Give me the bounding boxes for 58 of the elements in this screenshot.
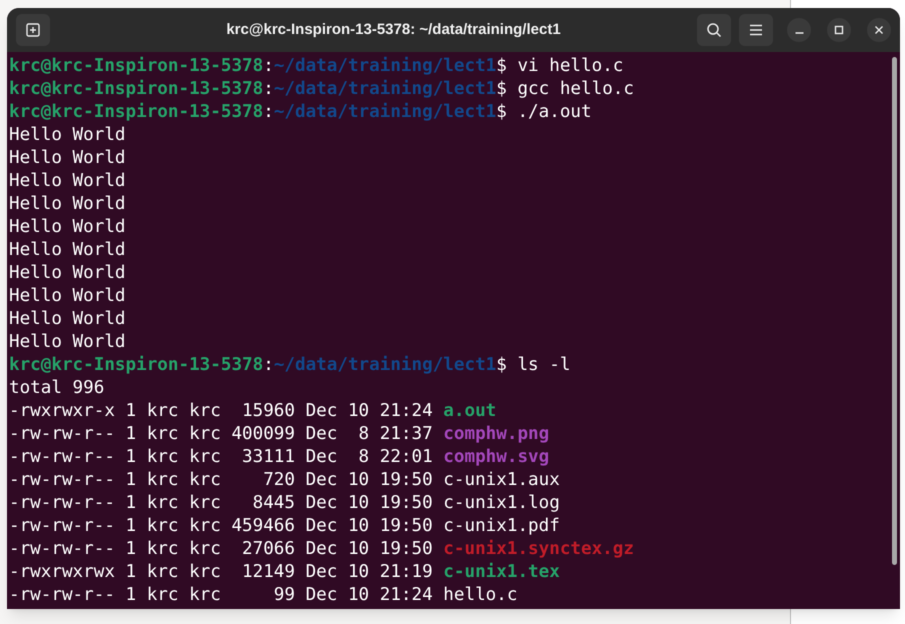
file-details: -rw-rw-r-- 1 krc krc 720 Dec 10 19:50 xyxy=(9,469,434,492)
command-text: $ vi hello.c xyxy=(496,55,624,78)
file-details: -rw-rw-r-- 1 krc krc 33111 Dec 8 22:01 xyxy=(9,446,434,469)
maximize-button[interactable] xyxy=(827,18,851,42)
window-title: krc@krc-Inspiron-13-5378: ~/data/training/lect1 xyxy=(225,20,561,40)
prompt-user: krc@krc-Inspiron-13-5378 xyxy=(9,101,264,124)
prompt-path: ~/data/training/lect1 xyxy=(274,78,496,101)
prompt-path: ~/data/training/lect1 xyxy=(274,55,496,78)
prompt-separator: : xyxy=(263,101,274,124)
file-name: c-unix1.synctex.gz xyxy=(443,538,634,561)
command-text: $ ls -l xyxy=(496,354,570,377)
prompt-separator: : xyxy=(263,55,274,78)
prompt-path: ~/data/training/lect1 xyxy=(274,101,496,124)
command-text: $ gcc hello.c xyxy=(496,78,634,101)
file-name: comphw.png xyxy=(443,423,550,446)
minimize-icon xyxy=(794,32,804,34)
minimize-button[interactable] xyxy=(787,18,811,42)
output-text: Hello World xyxy=(9,285,126,308)
file-details: -rw-rw-r-- 1 krc krc 99 Dec 10 21:24 xyxy=(9,584,434,607)
file-name: hello.c xyxy=(443,584,518,607)
file-details: -rwxrwxr-x 1 krc krc 15960 Dec 10 21:24 xyxy=(9,400,434,423)
file-name: c-unix1.log xyxy=(443,492,560,515)
file-name: comphw.svg xyxy=(443,446,550,469)
output-text: Hello World xyxy=(9,331,126,354)
close-button[interactable] xyxy=(867,18,891,42)
output-text: Hello World xyxy=(9,170,126,193)
file-details: -rw-rw-r-- 1 krc krc 8445 Dec 10 19:50 xyxy=(9,492,434,515)
output-text: Hello World xyxy=(9,124,126,147)
output-text: Hello World xyxy=(9,147,126,170)
file-name: a.out xyxy=(443,400,496,423)
file-name: c-unix1.aux xyxy=(443,469,560,492)
maximize-icon xyxy=(834,25,844,35)
prompt-separator: : xyxy=(263,354,274,377)
file-details: -rw-rw-r-- 1 krc krc 400099 Dec 8 21:37 xyxy=(9,423,434,446)
menu-button[interactable] xyxy=(739,14,773,46)
new-tab-button[interactable] xyxy=(16,14,50,46)
search-button[interactable] xyxy=(697,14,731,46)
file-details: -rwxrwxrwx 1 krc krc 12149 Dec 10 21:19 xyxy=(9,561,434,584)
new-tab-icon xyxy=(25,22,41,38)
prompt-user: krc@krc-Inspiron-13-5378 xyxy=(9,78,264,101)
output-text: Hello World xyxy=(9,216,126,239)
menu-icon xyxy=(749,24,763,36)
prompt-user: krc@krc-Inspiron-13-5378 xyxy=(9,354,264,377)
output-text: Hello World xyxy=(9,308,126,331)
prompt-separator: : xyxy=(263,78,274,101)
file-details: -rw-rw-r-- 1 krc krc 459466 Dec 10 19:50 xyxy=(9,515,434,538)
close-icon xyxy=(874,25,884,35)
output-text: Hello World xyxy=(9,239,126,262)
file-name: c-unix1.tex xyxy=(443,561,560,584)
file-details: -rw-rw-r-- 1 krc krc 27066 Dec 10 19:50 xyxy=(9,538,434,561)
output-text: Hello World xyxy=(9,262,126,285)
output-text: total 996 xyxy=(9,377,104,400)
file-name: c-unix1.pdf xyxy=(443,515,560,538)
prompt-path: ~/data/training/lect1 xyxy=(274,354,496,377)
search-icon xyxy=(706,22,722,38)
output-text: Hello World xyxy=(9,193,126,216)
command-text: $ ./a.out xyxy=(496,101,592,124)
prompt-user: krc@krc-Inspiron-13-5378 xyxy=(9,55,264,78)
